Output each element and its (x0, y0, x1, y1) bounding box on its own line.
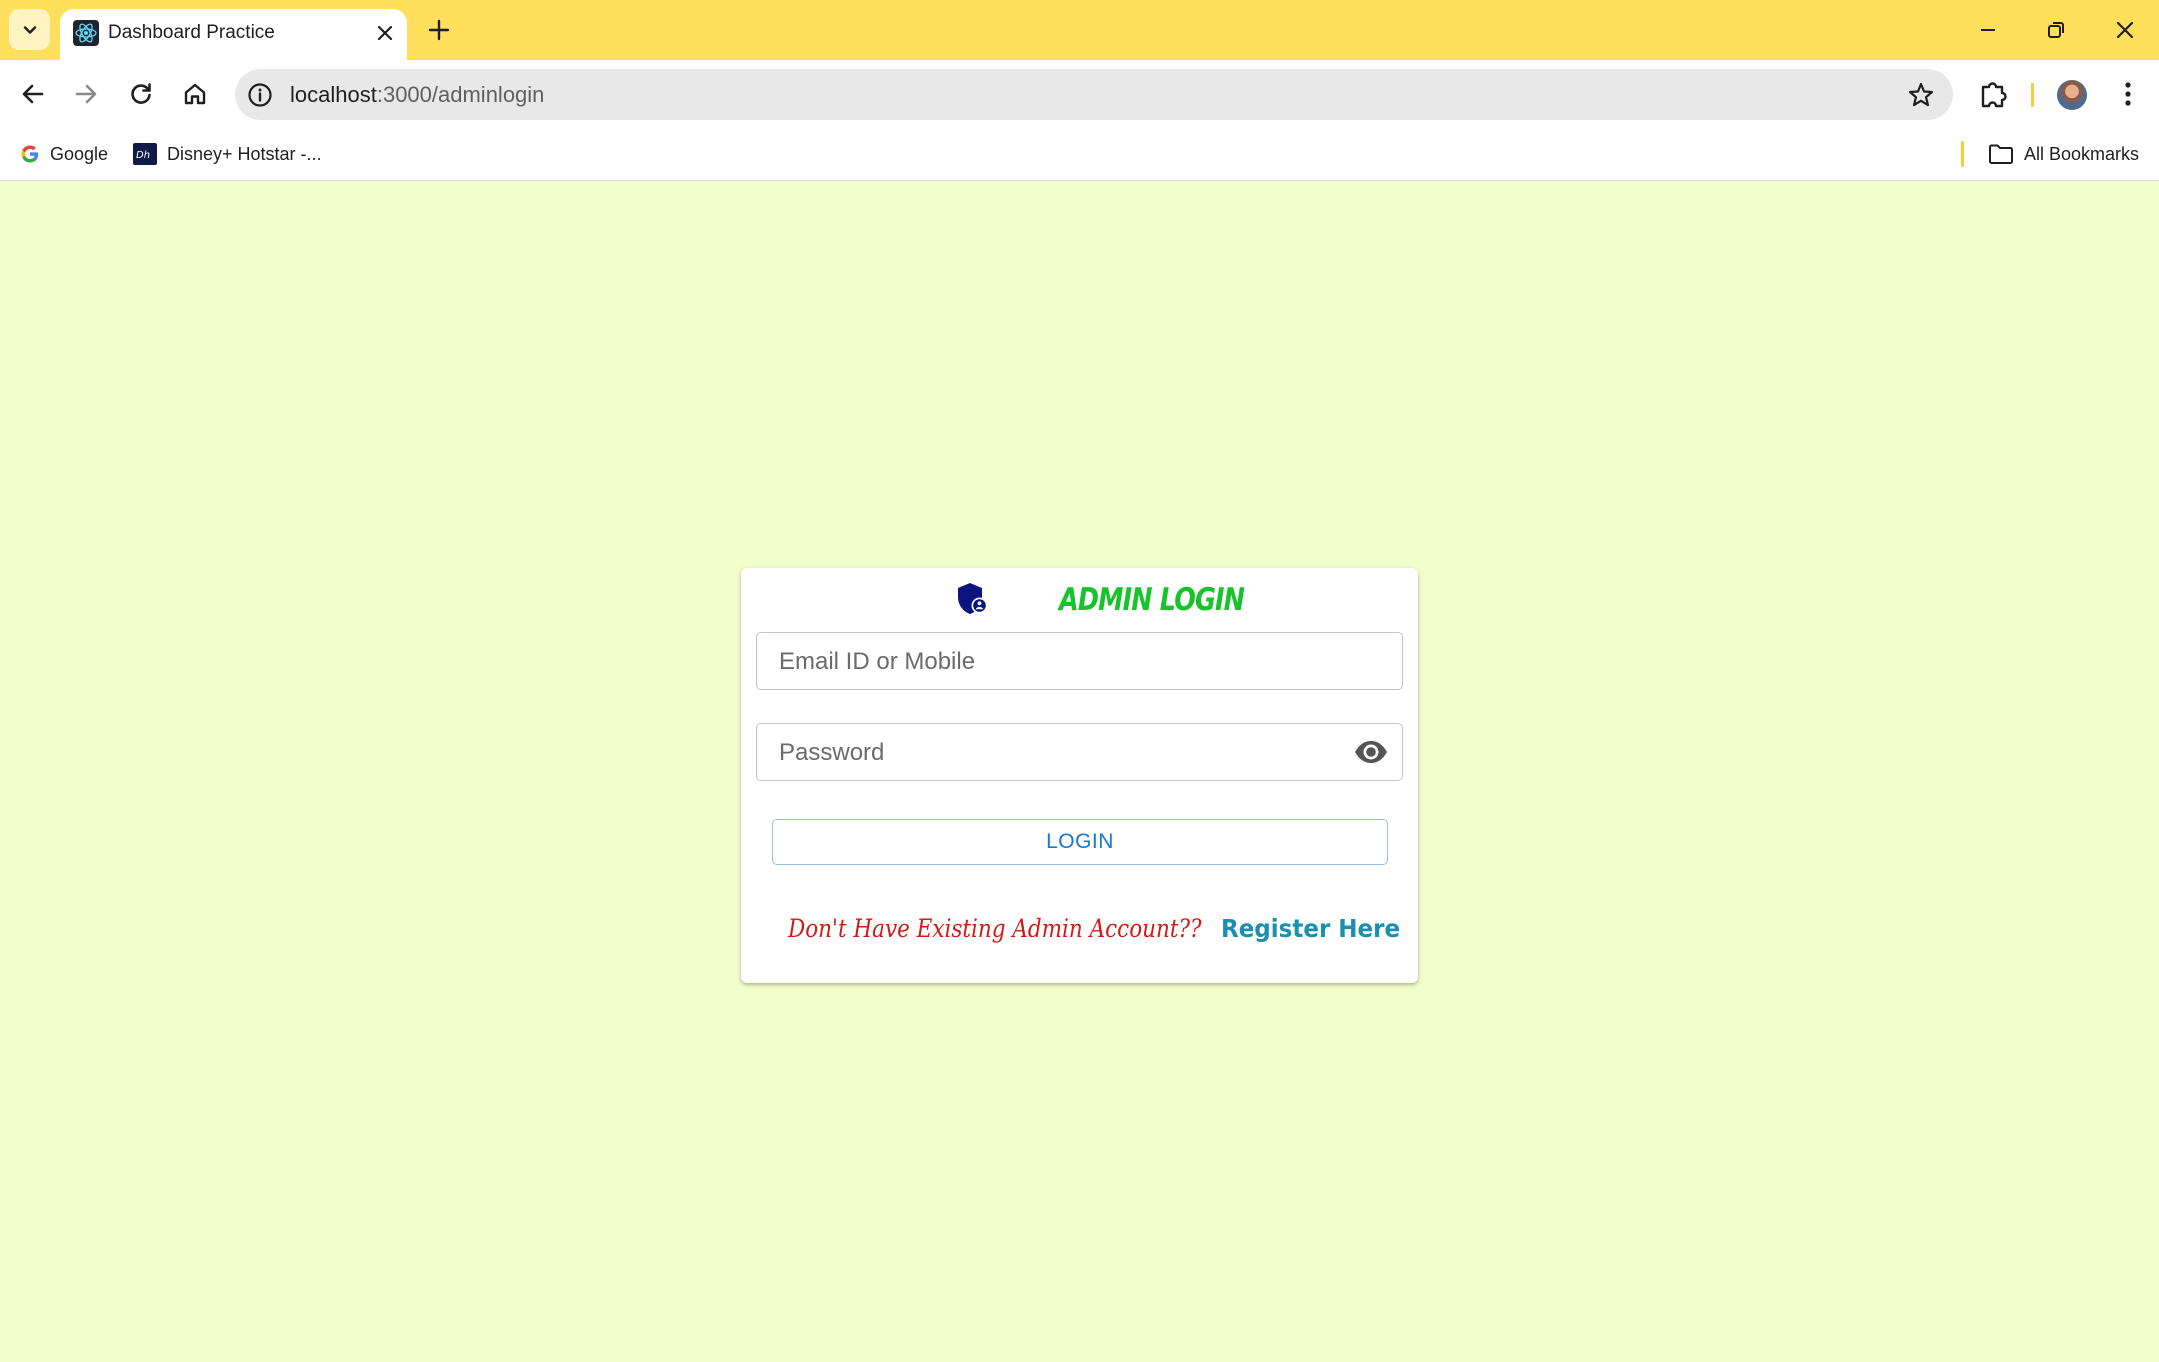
admin-login-card: ADMIN LOGIN LOGIN Don't Have Existing Ad… (741, 568, 1418, 983)
bookmark-label: Google (50, 143, 109, 164)
url-path: :3000/adminlogin (376, 82, 545, 107)
bookmarks-divider (1961, 141, 1964, 167)
login-button[interactable]: LOGIN (772, 819, 1388, 865)
tab-title: Dashboard Practice (108, 22, 275, 43)
register-link[interactable]: Register Here (1221, 914, 1400, 943)
restore-button[interactable] (2039, 13, 2073, 47)
hotstar-icon: Dh (133, 143, 157, 165)
profile-avatar[interactable] (2057, 80, 2087, 110)
browser-tab-active[interactable]: Dashboard Practice (60, 9, 407, 60)
reload-button[interactable] (123, 76, 159, 112)
all-bookmarks-label: All Bookmarks (2024, 143, 2140, 164)
url-text[interactable]: localhost:3000/adminlogin (290, 82, 544, 108)
admin-shield-icon (958, 583, 988, 614)
minimize-icon (1981, 29, 1995, 31)
svg-text:Dh: Dh (136, 150, 150, 161)
folder-icon (1989, 144, 2013, 164)
address-bar[interactable]: localhost:3000/adminlogin (235, 69, 1953, 120)
extensions-puzzle-icon[interactable] (1977, 77, 2011, 111)
arrow-left-icon (22, 84, 44, 104)
toolbar-divider (2031, 83, 2034, 107)
close-icon[interactable] (373, 21, 397, 45)
password-field[interactable] (756, 723, 1403, 782)
close-window-icon (2116, 21, 2134, 39)
chevron-down-icon (23, 25, 36, 34)
page-title: ADMIN LOGIN (1059, 582, 1245, 618)
browser-toolbar: localhost:3000/adminlogin (0, 60, 2159, 129)
register-prompt: Don't Have Existing Admin Account?? (788, 914, 1202, 943)
back-button[interactable] (15, 76, 51, 112)
eye-icon[interactable] (1354, 739, 1388, 765)
close-window-button[interactable] (2108, 13, 2142, 47)
register-row: Don't Have Existing Admin Account?? Regi… (741, 914, 1418, 954)
bookmark-hotstar[interactable]: Dh Disney+ Hotstar -... (133, 139, 322, 169)
all-bookmarks-button[interactable]: All Bookmarks (1988, 139, 2139, 169)
tab-search-button[interactable] (9, 9, 50, 50)
chrome-menu-button[interactable] (2113, 76, 2143, 112)
react-logo-icon (73, 20, 99, 46)
new-tab-plus-icon[interactable] (426, 17, 452, 43)
email-field[interactable] (756, 632, 1403, 691)
more-vertical-icon (2125, 82, 2131, 106)
email-input[interactable] (777, 633, 1341, 691)
password-input[interactable] (777, 724, 1341, 782)
minimize-button[interactable] (1971, 13, 2005, 47)
site-info-icon[interactable] (247, 82, 273, 108)
bookmark-star-icon[interactable] (1907, 81, 1935, 109)
reload-icon (131, 83, 151, 104)
home-icon (184, 83, 206, 105)
bookmarks-bar: Google Dh Disney+ Hotstar -... All Bookm… (0, 129, 2159, 181)
home-button[interactable] (177, 76, 213, 112)
arrow-right-icon (75, 84, 97, 104)
restore-icon (2048, 22, 2064, 38)
forward-button[interactable] (68, 76, 104, 112)
tab-strip: Dashboard Practice (0, 0, 2159, 60)
bookmark-google[interactable]: Google (20, 139, 108, 169)
google-icon (21, 145, 39, 163)
url-host: localhost (290, 82, 377, 107)
bookmark-label: Disney+ Hotstar -... (167, 143, 322, 164)
card-header: ADMIN LOGIN (741, 582, 1418, 622)
